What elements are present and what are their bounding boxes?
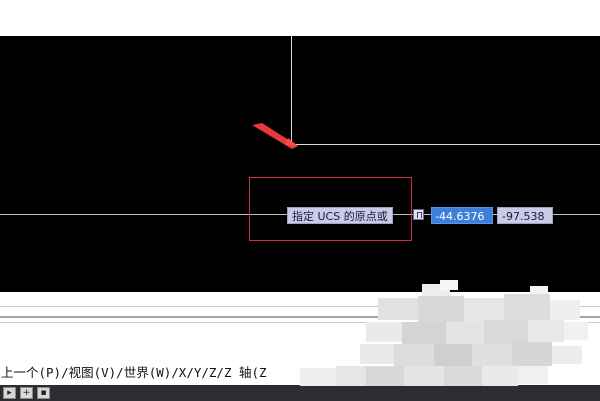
- drawing-canvas[interactable]: 指定 UCS 的原点或 -44.6376 -97.538: [0, 36, 600, 292]
- history-divider: [0, 322, 600, 323]
- status-button-plus-icon[interactable]: +: [20, 387, 33, 399]
- x-coordinate-input[interactable]: -44.6376: [431, 207, 493, 224]
- command-line[interactable]: 上一个(P)/视图(V)/世界(W)/X/Y/Z/Z 轴(Z: [0, 361, 600, 385]
- status-button-arrow-icon[interactable]: ▸: [3, 387, 16, 399]
- red-pointer-arrow-icon: [252, 123, 298, 149]
- status-button-square-icon[interactable]: ▪: [37, 387, 50, 399]
- y-coordinate-input[interactable]: -97.538: [497, 207, 553, 224]
- history-divider: [0, 306, 600, 307]
- history-divider: [0, 316, 600, 318]
- dropdown-options-icon[interactable]: [413, 209, 424, 220]
- command-history-area: [0, 292, 600, 360]
- status-bar: ▸ + ▪: [0, 385, 600, 401]
- dynamic-input-prompt: 指定 UCS 的原点或: [287, 207, 393, 224]
- crosshair-horizontal-line: [291, 144, 600, 145]
- top-strip: [0, 0, 600, 36]
